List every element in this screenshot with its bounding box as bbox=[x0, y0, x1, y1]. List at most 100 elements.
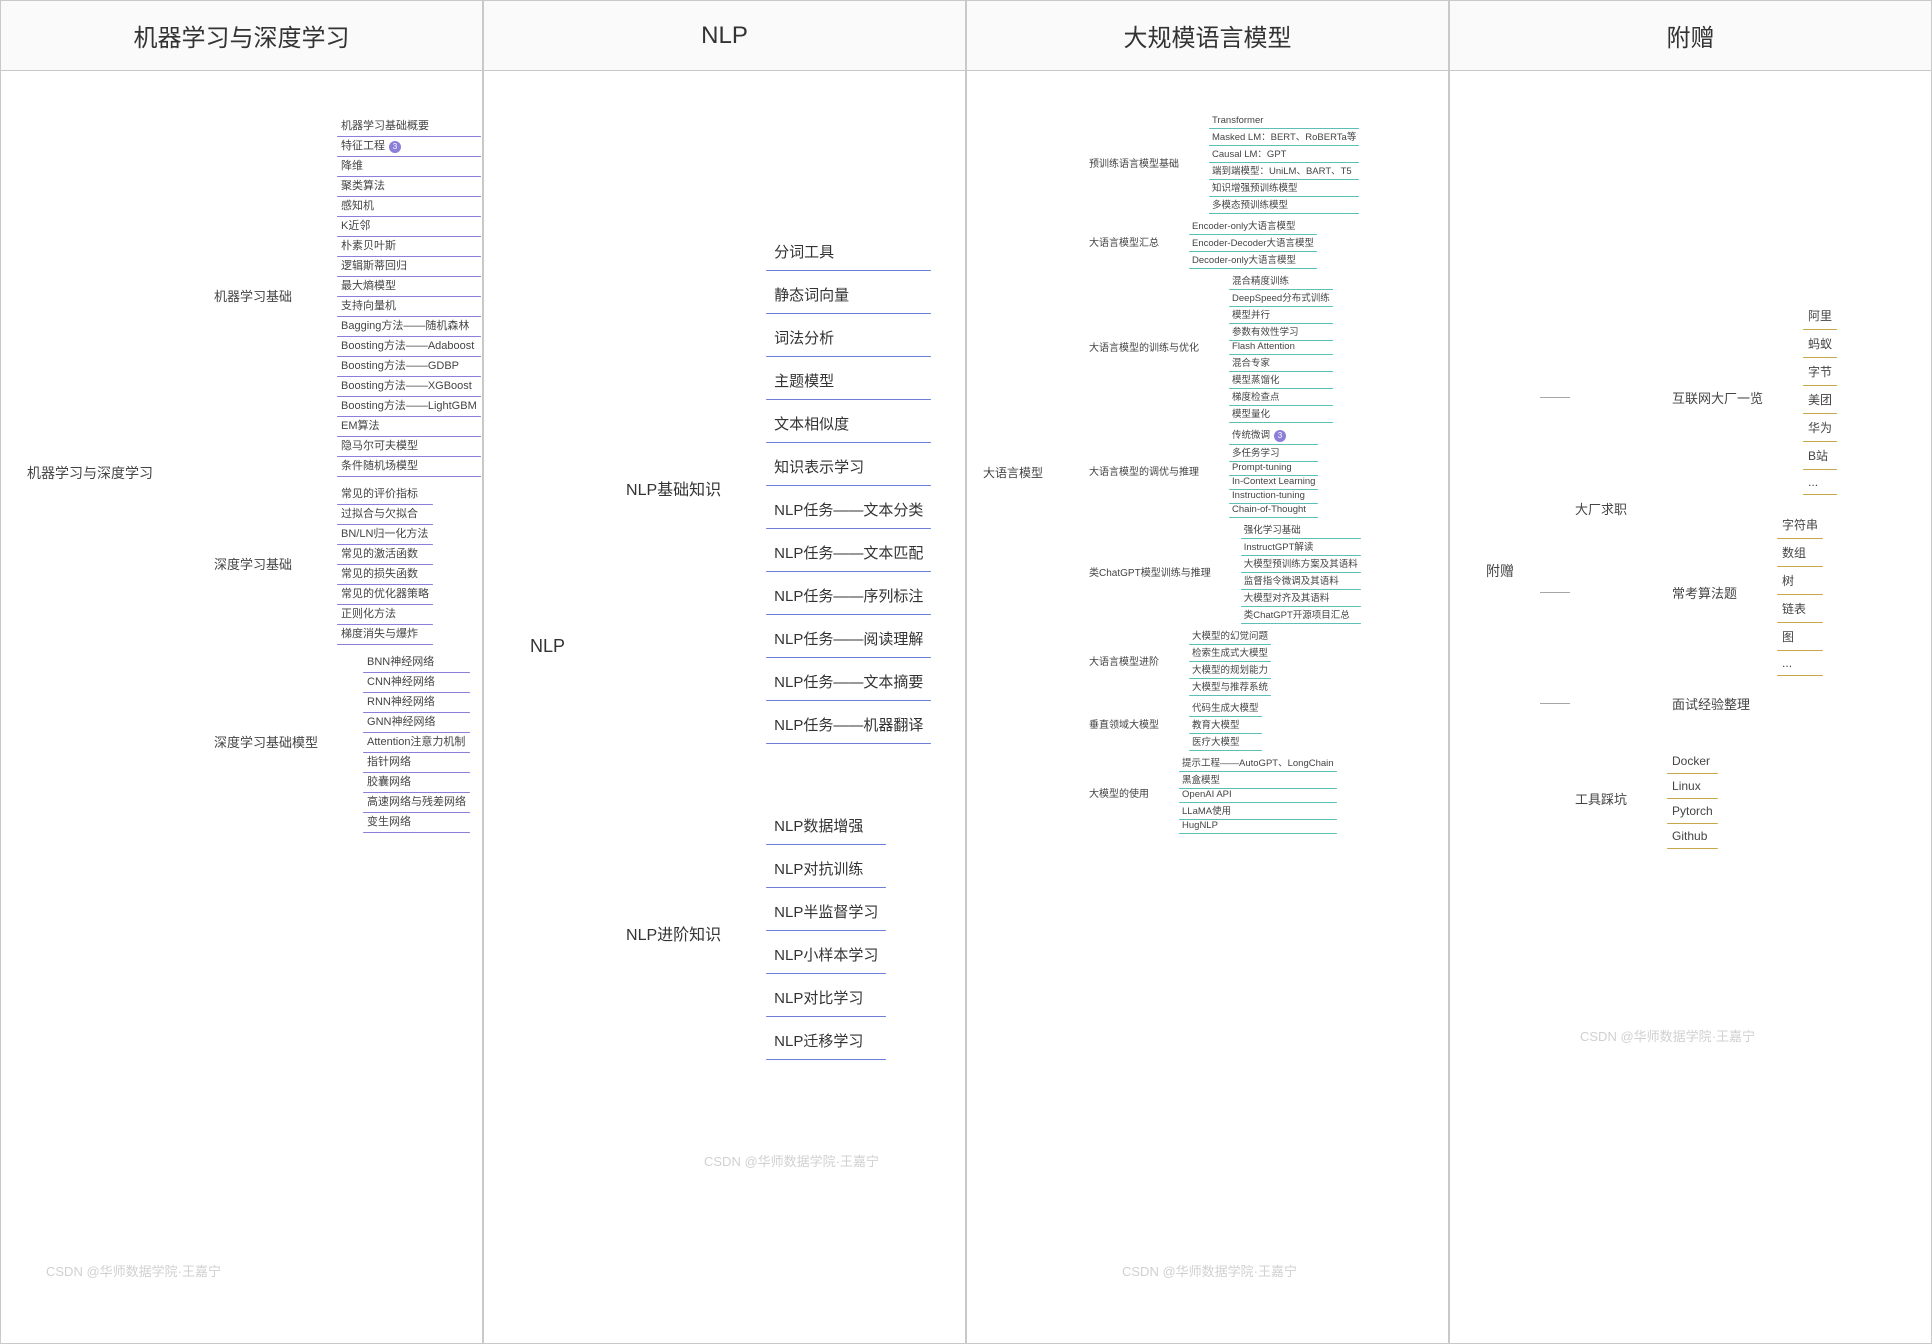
leaf-node: Bagging方法——随机森林 bbox=[337, 316, 481, 335]
leaf-node: 链表 bbox=[1777, 596, 1823, 621]
leaf-node: 提示工程——AutoGPT、LongChain bbox=[1179, 754, 1337, 770]
branch-node: 大语言模型的训练与优化 混合精度训练DeepSpeed分布式训练模型并行参数有效性… bbox=[1084, 271, 1361, 421]
leaf-node: B站 bbox=[1803, 443, 1837, 468]
root-node: NLP bbox=[524, 632, 571, 661]
leaf-node: 类ChatGPT开源项目汇总 bbox=[1241, 606, 1361, 622]
leaf-node: 最大熵模型 bbox=[337, 276, 481, 295]
leaf-node: 大模型与推荐系统 bbox=[1189, 678, 1271, 694]
branch-node: 大厂求职互联网大厂一览阿里蚂蚁字节美团华为B站...常考算法题字符串数组树链表图… bbox=[1570, 293, 1837, 724]
column-body: 大语言模型 预训练语言模型基础TransformerMasked LM：BERT… bbox=[967, 71, 1448, 1343]
column-nlp: NLP NLP NLP基础知识分词工具静态词向量词法分析主题模型文本相似度知识表… bbox=[483, 0, 966, 1344]
branch-label: NLP进阶知识 bbox=[621, 918, 726, 948]
leaf-node: 聚类算法 bbox=[337, 176, 481, 195]
sub-branch-label: 常考算法题 bbox=[1667, 580, 1742, 605]
leaf-node: LLaMA使用 bbox=[1179, 802, 1337, 818]
leaf-node: NLP任务——序列标注 bbox=[766, 578, 931, 613]
branch-node: 类ChatGPT模型训练与推理强化学习基础InstructGPT解读大模型预训练… bbox=[1084, 520, 1361, 622]
leaf-node: 常见的评价指标 bbox=[337, 484, 433, 503]
mindmap-tree: 大语言模型 预训练语言模型基础TransformerMasked LM：BERT… bbox=[977, 111, 1361, 834]
leaf-node: 过拟合与欠拟合 bbox=[337, 504, 433, 523]
leaf-node: 大模型的规划能力 bbox=[1189, 661, 1271, 677]
leaf-node: Pytorch bbox=[1667, 800, 1718, 822]
leaf-node: In-Context Learning bbox=[1229, 475, 1318, 488]
leaf-node: OpenAI API bbox=[1179, 788, 1337, 801]
branch-node: 预训练语言模型基础TransformerMasked LM：BERT、RoBER… bbox=[1084, 113, 1361, 212]
column-appendix: 附赠 附赠 大厂求职互联网大厂一览阿里蚂蚁字节美团华为B站...常考算法题字符串… bbox=[1449, 0, 1932, 1344]
leaf-node: K近邻 bbox=[337, 216, 481, 235]
children-container: 混合精度训练DeepSpeed分布式训练模型并行参数有效性学习Flash Att… bbox=[1229, 271, 1333, 421]
leaf-node: NLP任务——阅读理解 bbox=[766, 621, 931, 656]
watermark: CSDN @华师数据学院·王嘉宁 bbox=[1122, 1261, 1297, 1280]
leaf-node: 模型量化 bbox=[1229, 405, 1333, 421]
column-header: 大规模语言模型 bbox=[967, 1, 1448, 71]
leaf-node: Attention注意力机制 bbox=[363, 732, 470, 751]
children-container: NLP数据增强NLP对抗训练NLP半监督学习NLP小样本学习NLP对比学习NLP… bbox=[766, 805, 886, 1061]
leaf-node: DeepSpeed分布式训练 bbox=[1229, 289, 1333, 305]
leaf-node: 美团 bbox=[1803, 387, 1837, 412]
leaf-node: 字符串 bbox=[1777, 512, 1823, 537]
children-container: 传统微调3多任务学习Prompt-tuningIn-Context Learni… bbox=[1229, 425, 1318, 516]
leaf-node: 朴素贝叶斯 bbox=[337, 236, 481, 255]
children-container: 代码生成大模型教育大模型医疗大模型 bbox=[1189, 698, 1262, 749]
leaf-node: 强化学习基础 bbox=[1241, 521, 1361, 537]
children-container: 提示工程——AutoGPT、LongChain黑盒模型OpenAI APILLa… bbox=[1179, 753, 1337, 832]
branch-label: 大模型的使用 bbox=[1084, 782, 1154, 803]
sub-branch-label: 面试经验整理 bbox=[1667, 691, 1755, 716]
leaf-node: 变生网络 bbox=[363, 812, 470, 831]
children-container: BNN神经网络CNN神经网络RNN神经网络GNN神经网络Attention注意力… bbox=[363, 651, 470, 831]
mindmap-tree: 附赠 大厂求职互联网大厂一览阿里蚂蚁字节美团华为B站...常考算法题字符串数组树… bbox=[1480, 281, 1837, 860]
leaf-node: 华为 bbox=[1803, 415, 1837, 440]
leaf-node: NLP任务——文本分类 bbox=[766, 492, 931, 527]
count-badge: 3 bbox=[389, 141, 401, 153]
leaf-node: 主题模型 bbox=[766, 363, 931, 398]
column-ml-dl: 机器学习与深度学习 机器学习与深度学习 机器学习基础机器学习基础概要特征工程3降… bbox=[0, 0, 483, 1344]
branch-label: 大厂求职 bbox=[1570, 496, 1632, 521]
leaf-node: 知识增强预训练模型 bbox=[1209, 179, 1359, 195]
leaf-node: 机器学习基础概要 bbox=[337, 116, 481, 135]
leaf-node: 混合精度训练 bbox=[1229, 272, 1333, 288]
children-container: 大模型的幻觉问题检索生成式大模型大模型的规划能力大模型与推荐系统 bbox=[1189, 626, 1271, 694]
leaf-node: 文本相似度 bbox=[766, 406, 931, 441]
column-header: 附赠 bbox=[1450, 1, 1931, 71]
leaf-node: NLP任务——文本摘要 bbox=[766, 664, 931, 699]
leaf-node: NLP任务——文本匹配 bbox=[766, 535, 931, 570]
leaf-node: 条件随机场模型 bbox=[337, 456, 481, 475]
leaf-node: 教育大模型 bbox=[1189, 716, 1262, 732]
leaf-node: 蚂蚁 bbox=[1803, 331, 1837, 356]
leaf-node: 高速网络与残差网络 bbox=[363, 792, 470, 811]
branch-label: 大语言模型进阶 bbox=[1084, 650, 1164, 671]
leaf-node: NLP任务——机器翻译 bbox=[766, 707, 931, 742]
leaf-node: Encoder-Decoder大语言模型 bbox=[1189, 234, 1317, 250]
leaf-node: NLP对比学习 bbox=[766, 980, 886, 1015]
column-body: 附赠 大厂求职互联网大厂一览阿里蚂蚁字节美团华为B站...常考算法题字符串数组树… bbox=[1450, 71, 1931, 1343]
leaf-node: GNN神经网络 bbox=[363, 712, 470, 731]
leaf-node: 常见的损失函数 bbox=[337, 564, 433, 583]
sub-branch: 互联网大厂一览阿里蚂蚁字节美团华为B站... bbox=[1667, 301, 1837, 494]
children-container: 互联网大厂一览阿里蚂蚁字节美团华为B站...常考算法题字符串数组树链表图...面… bbox=[1667, 293, 1837, 724]
leaf-node: 阿里 bbox=[1803, 303, 1837, 328]
leaf-node: 树 bbox=[1777, 568, 1823, 593]
leaf-node: Boosting方法——GDBP bbox=[337, 356, 481, 375]
sub-branch-label: 互联网大厂一览 bbox=[1667, 385, 1768, 410]
children-container: Encoder-only大语言模型Encoder-Decoder大语言模型Dec… bbox=[1189, 216, 1317, 267]
leaf-node: 监督指令微调及其语料 bbox=[1241, 572, 1361, 588]
leaf-node: NLP小样本学习 bbox=[766, 937, 886, 972]
mindmap-comparison-page: 机器学习与深度学习 机器学习与深度学习 机器学习基础机器学习基础概要特征工程3降… bbox=[0, 0, 1932, 1344]
column-body: NLP NLP基础知识分词工具静态词向量词法分析主题模型文本相似度知识表示学习N… bbox=[484, 71, 965, 1343]
leaf-node: 图 bbox=[1777, 624, 1823, 649]
leaf-node: InstructGPT解读 bbox=[1241, 538, 1361, 554]
leaf-node: 模型蒸馏化 bbox=[1229, 371, 1333, 387]
branch-label: 类ChatGPT模型训练与推理 bbox=[1084, 561, 1216, 582]
leaf-node: RNN神经网络 bbox=[363, 692, 470, 711]
branch-node: 大模型的使用 提示工程——AutoGPT、LongChain黑盒模型OpenAI … bbox=[1084, 753, 1361, 832]
root-node: 机器学习与深度学习 bbox=[21, 459, 159, 487]
leaf-node: BNN神经网络 bbox=[363, 652, 470, 671]
leaf-node: HugNLP bbox=[1179, 819, 1337, 832]
branch-label: 大语言模型的训练与优化 bbox=[1084, 336, 1204, 357]
branch-label: 大语言模型的调优与推理 bbox=[1084, 460, 1204, 481]
column-body: 机器学习与深度学习 机器学习基础机器学习基础概要特征工程3降维聚类算法感知机K近… bbox=[1, 71, 482, 1343]
branch-node: NLP进阶知识NLP数据增强NLP对抗训练NLP半监督学习NLP小样本学习NLP… bbox=[621, 805, 931, 1061]
leaf-node: 传统微调3 bbox=[1229, 426, 1318, 443]
leaf-node: 字节 bbox=[1803, 359, 1837, 384]
branch-node: NLP基础知识分词工具静态词向量词法分析主题模型文本相似度知识表示学习NLP任务… bbox=[621, 231, 931, 745]
